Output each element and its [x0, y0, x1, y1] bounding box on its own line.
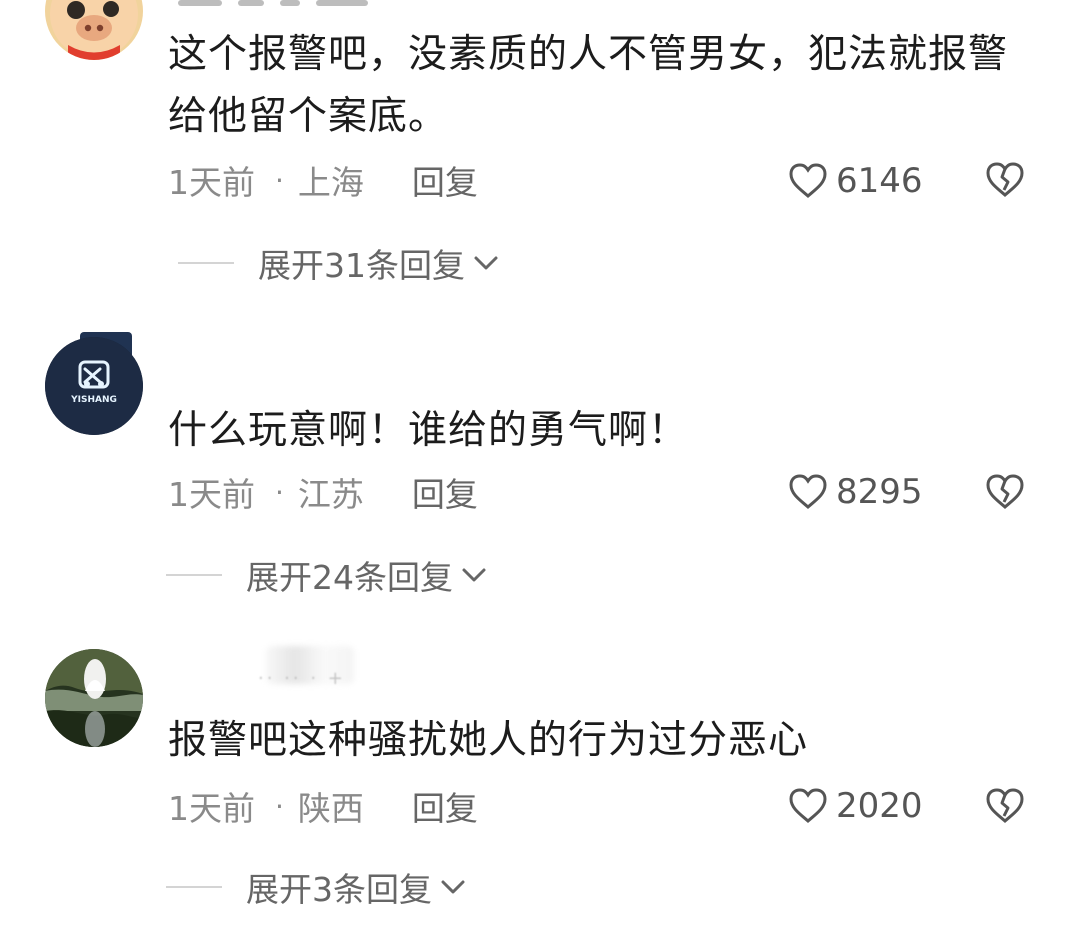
expand-divider-line — [166, 574, 222, 576]
comment-time: 1天前 — [168, 163, 255, 202]
comment-text: 这个报警吧，没素质的人不管男女，犯法就报警给他留个案底。 — [168, 32, 1009, 139]
comment-item: 这个报警吧，没素质的人不管男女，犯法就报警给他留个案底。 1天前 · 上海 回复… — [0, 0, 1080, 300]
comment-item: 报警吧这种骚扰她人的行为过分恶心 1天前 · 陕西 回复 2020 展开3条回复 — [0, 620, 1080, 943]
dislike-button[interactable] — [985, 472, 1025, 512]
avatar-yishang-logo[interactable]: YISHANG — [45, 337, 143, 435]
expand-replies-label: 展开24条回复 — [246, 558, 453, 597]
yishang-logo-avatar-image: YISHANG — [45, 337, 143, 435]
comment-list: 这个报警吧，没素质的人不管男女，犯法就报警给他留个案底。 1天前 · 上海 回复… — [0, 0, 1080, 943]
avatar-logo-text: YISHANG — [70, 395, 117, 405]
dislike-button[interactable] — [985, 160, 1025, 200]
comment-item: YISHANG 什么玩意啊！谁给的勇气啊！ 1天前 · 江苏 回复 8295 展… — [0, 310, 1080, 620]
broken-heart-icon — [986, 162, 1024, 197]
meta-separator-dot: · — [275, 163, 284, 197]
comment-location: 上海 — [297, 163, 364, 202]
expand-replies-button[interactable]: 展开3条回复 — [166, 864, 468, 910]
like-count: 2020 — [836, 786, 923, 826]
comment-time: 1天前 — [168, 475, 255, 514]
comment-location: 陕西 — [297, 789, 364, 828]
like-button[interactable]: 2020 — [788, 781, 923, 831]
comment-text: 什么玩意啊！谁给的勇气啊！ — [168, 408, 689, 453]
comment-meta: 1天前 · 陕西 回复 — [168, 783, 478, 829]
expand-replies-button[interactable]: 展开24条回复 — [166, 552, 489, 598]
nature-photo-avatar-image — [45, 649, 143, 747]
dislike-button[interactable] — [985, 786, 1025, 826]
meta-separator-dot: · — [275, 475, 284, 509]
comment-meta: 1天前 · 江苏 回复 — [168, 469, 478, 515]
heart-icon — [789, 474, 827, 509]
expand-divider-line — [166, 886, 222, 888]
broken-heart-icon — [986, 474, 1024, 509]
heart-icon — [789, 163, 827, 198]
comment-location: 江苏 — [297, 475, 364, 514]
meta-separator-dot: · — [275, 789, 284, 823]
chevron-down-icon — [474, 256, 498, 270]
like-button[interactable]: 8295 — [788, 467, 923, 517]
heart-icon — [789, 788, 827, 823]
chevron-down-icon — [462, 568, 486, 582]
reply-button[interactable]: 回复 — [412, 156, 478, 204]
comment-time: 1天前 — [168, 789, 255, 828]
like-count: 6146 — [836, 161, 923, 201]
avatar-nature-photo[interactable] — [45, 649, 143, 747]
reply-button[interactable]: 回复 — [412, 468, 478, 516]
expand-replies-button[interactable]: 展开31条回复 — [178, 240, 501, 286]
avatar-cartoon-face[interactable] — [45, 0, 143, 60]
comment-text: 报警吧这种骚扰她人的行为过分恶心 — [168, 718, 809, 763]
broken-heart-icon — [986, 788, 1024, 823]
cartoon-face-avatar-image — [45, 0, 143, 60]
like-button[interactable]: 6146 — [788, 156, 923, 206]
expand-replies-label: 展开3条回复 — [246, 870, 432, 909]
chevron-down-icon — [441, 880, 465, 894]
like-count: 8295 — [836, 472, 923, 512]
reply-button[interactable]: 回复 — [412, 782, 478, 830]
expand-divider-line — [178, 262, 234, 264]
expand-replies-label: 展开31条回复 — [258, 246, 465, 285]
comment-meta: 1天前 · 上海 回复 — [168, 157, 478, 203]
